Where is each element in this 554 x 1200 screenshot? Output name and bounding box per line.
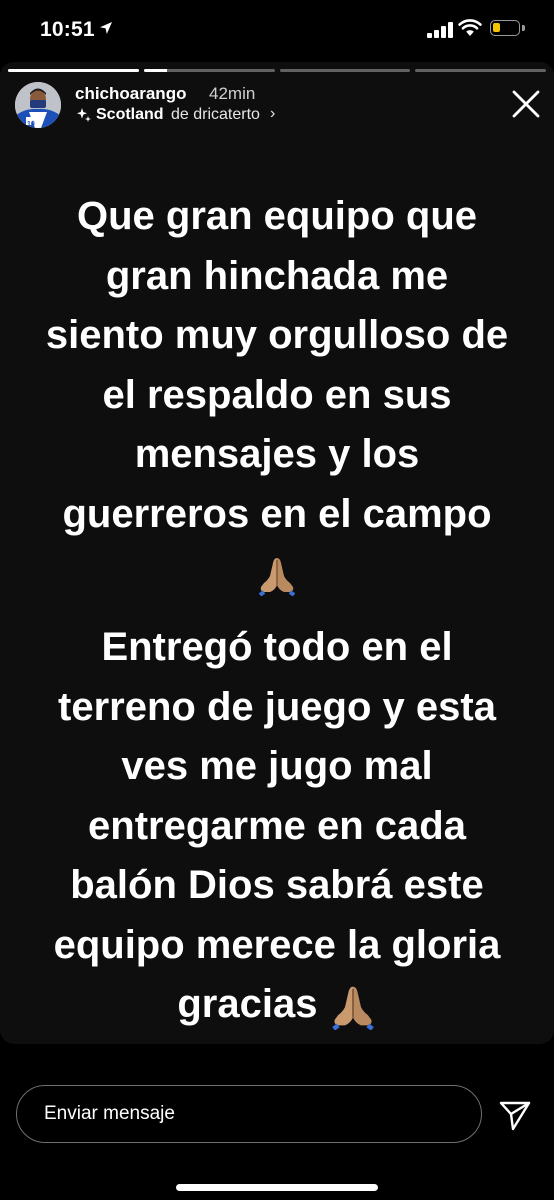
story-progress-segment	[279, 69, 411, 72]
story-location-attribution[interactable]: de dricaterto	[171, 106, 260, 124]
folded-hands-icon	[331, 987, 374, 1031]
story-text-line: guerreros en el campo	[62, 491, 492, 536]
sparkle-icon	[77, 108, 91, 122]
emoji-line	[0, 544, 554, 604]
wifi-icon	[458, 19, 482, 36]
story-progress-segment	[8, 69, 139, 72]
folded-hands-icon	[258, 558, 296, 597]
status-time: 10:51	[40, 18, 95, 41]
battery-level	[493, 23, 500, 32]
story-text-line: mensajes y los	[134, 432, 420, 476]
story-text-line: terreno de juego y esta	[58, 684, 496, 729]
battery-tip	[522, 25, 525, 31]
story-text-line: Entregó todo en el	[101, 625, 453, 669]
story-text-line: equipo merece la gloria	[53, 922, 501, 967]
location-arrow-icon	[100, 22, 112, 34]
svg-text:10: 10	[27, 121, 35, 128]
signal-bars-icon	[427, 22, 453, 38]
story-text-line-last: gracias	[0, 975, 554, 1035]
story-text-word: gracias	[177, 982, 318, 1026]
send-icon[interactable]	[498, 1098, 532, 1132]
close-button[interactable]	[510, 88, 542, 120]
story-location[interactable]: Scotland	[96, 106, 164, 124]
avatar-image: 10	[15, 82, 61, 128]
story-progress-bar	[8, 69, 546, 72]
status-bar: 10:51	[0, 0, 554, 60]
story-progress-fill	[143, 69, 168, 72]
story-text-line: el respaldo en sus	[102, 372, 452, 417]
story-text-line: entregarme en cada	[88, 803, 466, 848]
avatar[interactable]: 10	[15, 82, 61, 128]
story-text-block-2: Entregó todo en el terreno de juego y es…	[0, 618, 554, 1035]
story-text-line: gran hinchada me	[105, 253, 449, 298]
story-progress-segment	[415, 69, 546, 72]
story-progress-segment	[143, 69, 275, 72]
story-text-line: balón Dios sabrá este	[70, 863, 484, 907]
story-time-ago: 42min	[209, 84, 256, 103]
story-username[interactable]: chichoarango	[75, 84, 186, 104]
chevron-right-icon: ›	[270, 105, 276, 122]
story-viewer[interactable]: 10 chichoarango 42min Scotland de dricat…	[0, 62, 554, 1044]
story-text-block-1: Que gran equipo que gran hinchada me sie…	[0, 187, 554, 604]
message-input[interactable]	[16, 1085, 482, 1143]
story-text-line: ves me jugo mal	[121, 744, 433, 788]
story-progress-fill	[8, 69, 139, 72]
home-indicator[interactable]	[176, 1184, 378, 1191]
battery-icon	[490, 20, 520, 36]
story-text-line: Que gran equipo que	[76, 194, 478, 238]
story-text-line: siento muy orgulloso de	[45, 313, 509, 357]
